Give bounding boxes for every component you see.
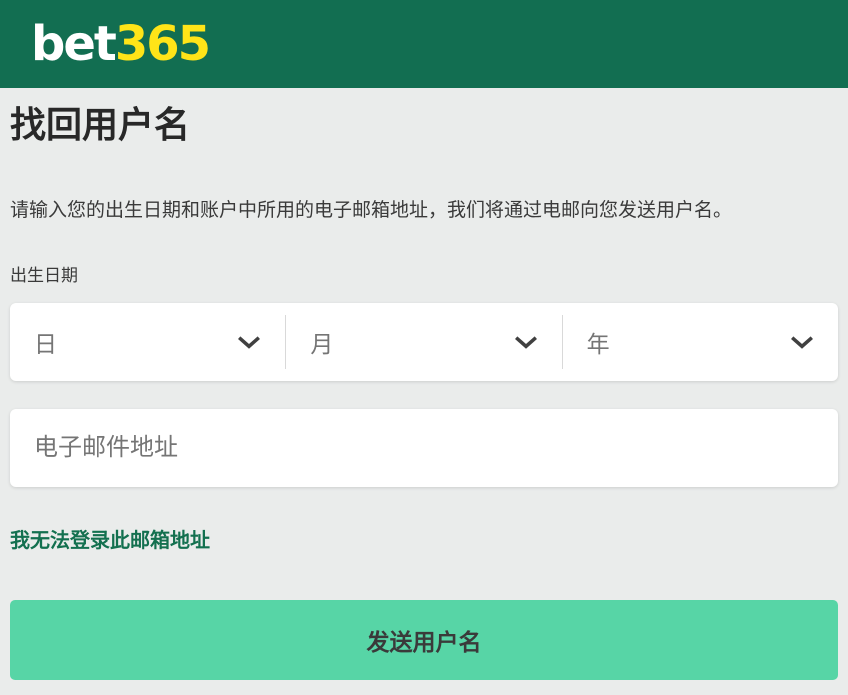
dob-label: 出生日期 bbox=[10, 265, 838, 287]
instruction-text: 请输入您的出生日期和账户中所用的电子邮箱地址，我们将通过电邮向您发送用户名。 bbox=[10, 198, 838, 224]
chevron-down-icon bbox=[790, 335, 814, 349]
dob-day-select[interactable]: 日 bbox=[10, 303, 285, 381]
chevron-down-icon bbox=[514, 335, 538, 349]
dob-select-row: 日 月 年 bbox=[10, 303, 838, 381]
dob-month-select[interactable]: 月 bbox=[286, 303, 561, 381]
send-username-button[interactable]: 发送用户名 bbox=[10, 600, 838, 680]
logo-text-bet: bet bbox=[31, 16, 115, 72]
dob-year-select[interactable]: 年 bbox=[563, 303, 838, 381]
page-title: 找回用户名 bbox=[10, 103, 838, 147]
main-content: 找回用户名 请输入您的出生日期和账户中所用的电子邮箱地址，我们将通过电邮向您发送… bbox=[0, 103, 848, 680]
top-header-bar: bet365 bbox=[0, 0, 848, 88]
email-input[interactable] bbox=[10, 409, 838, 487]
chevron-down-icon bbox=[237, 335, 261, 349]
bet365-logo[interactable]: bet365 bbox=[31, 20, 209, 68]
dob-day-placeholder: 日 bbox=[34, 325, 57, 359]
dob-year-placeholder: 年 bbox=[587, 325, 610, 359]
cant-access-email-link[interactable]: 我无法登录此邮箱地址 bbox=[10, 529, 210, 554]
logo-text-365: 365 bbox=[115, 16, 209, 72]
email-field-card bbox=[10, 409, 838, 487]
dob-month-placeholder: 月 bbox=[310, 325, 333, 359]
